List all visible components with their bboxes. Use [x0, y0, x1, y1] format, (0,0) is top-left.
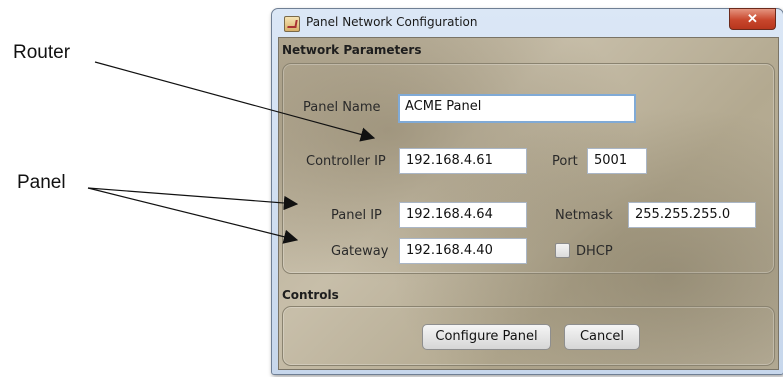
callout-arrows [87, 61, 376, 244]
router-arrow [94, 61, 376, 142]
